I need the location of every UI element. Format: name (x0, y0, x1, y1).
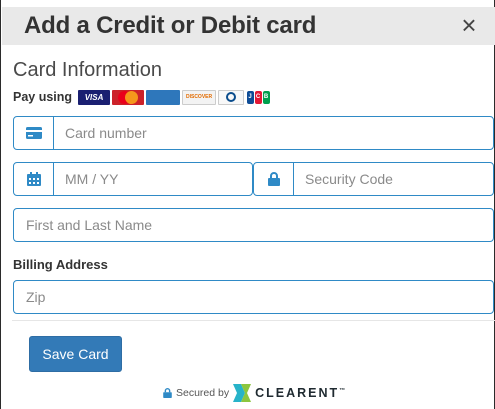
zip-input[interactable] (14, 281, 493, 313)
expiry-input[interactable] (54, 163, 252, 195)
name-field (13, 208, 494, 242)
dialog-title: Add a Credit or Debit card (24, 12, 317, 39)
name-input[interactable] (14, 209, 493, 241)
pay-using-label: Pay using (13, 90, 73, 104)
expiry-field (13, 162, 253, 196)
secured-by-text: Secured by (176, 387, 230, 399)
billing-address-label: Billing Address (13, 257, 108, 272)
divider (12, 320, 495, 321)
credit-card-icon (25, 127, 42, 139)
lock-icon (267, 172, 280, 186)
calendar-icon-addon (14, 163, 54, 195)
amex-logo-icon (146, 89, 181, 105)
secured-by-badge: Secured by CLEARENT™ (163, 383, 345, 403)
close-icon: × (461, 10, 477, 40)
security-code-input[interactable] (294, 163, 493, 195)
card-number-field (13, 116, 494, 150)
clearent-brand-name: CLEARENT™ (255, 386, 346, 400)
clearent-logo-icon (233, 384, 252, 402)
diners-club-logo-icon (218, 89, 245, 105)
card-number-input[interactable] (54, 117, 493, 149)
section-title: Card Information (13, 59, 162, 81)
save-card-button[interactable]: Save Card (29, 336, 122, 372)
visa-logo-icon: VISA (78, 89, 111, 105)
add-card-dialog: Add a Credit or Debit card × Card Inform… (0, 0, 495, 409)
pay-using-row: Pay using VISA DISCOVER JCB (13, 88, 271, 106)
lock-icon-addon (254, 163, 294, 195)
discover-logo-icon: DISCOVER (182, 89, 217, 105)
close-button[interactable]: × (455, 9, 483, 41)
dialog-header: Add a Credit or Debit card × (2, 7, 495, 45)
card-icon-addon (14, 117, 54, 149)
lock-icon (163, 388, 172, 398)
mastercard-logo-icon (112, 89, 145, 105)
calendar-icon (26, 172, 41, 186)
accepted-cards: VISA DISCOVER JCB (78, 89, 271, 105)
jcb-logo-icon: JCB (246, 89, 271, 105)
zip-field (13, 280, 494, 314)
security-code-field (253, 162, 494, 196)
